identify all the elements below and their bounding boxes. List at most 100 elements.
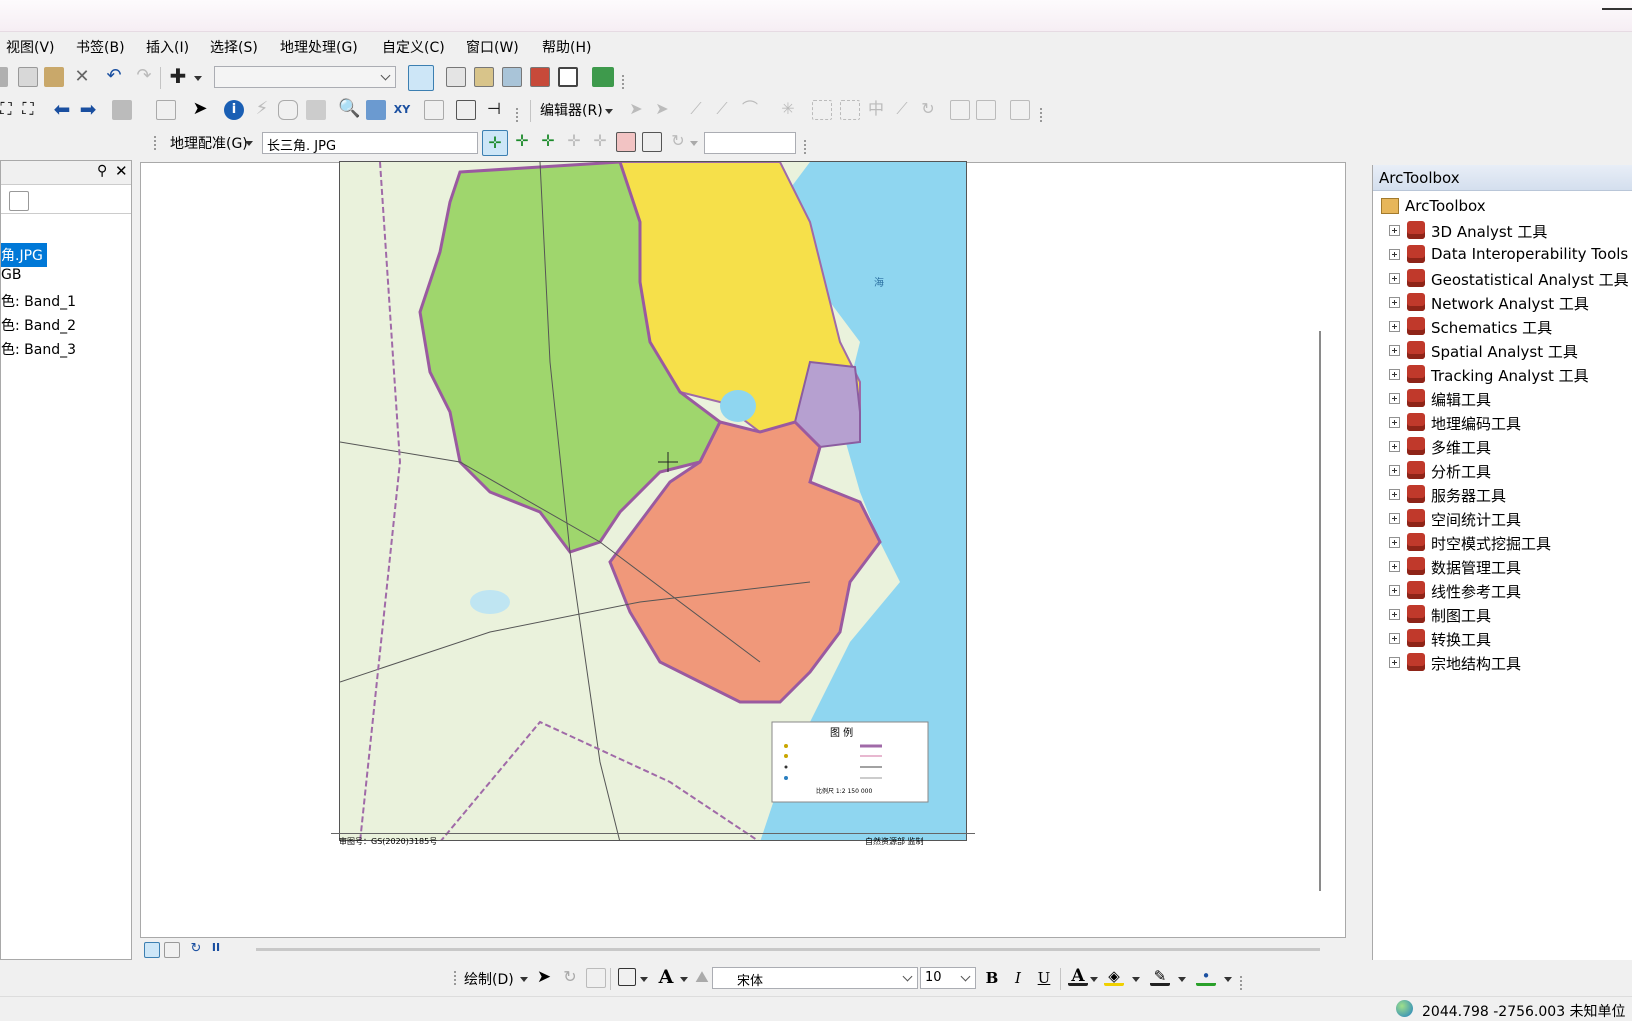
find-route-icon[interactable] (366, 100, 386, 120)
toolbox-item[interactable]: Network Analyst 工具 (1373, 291, 1632, 315)
time-slider-icon[interactable] (424, 100, 444, 120)
spline-text-icon[interactable]: ⛰ (692, 968, 712, 988)
editor-toolbar-toggle-icon[interactable] (408, 65, 434, 91)
full-extent-icon[interactable]: ⛶ (0, 100, 16, 120)
arctoolbox-root[interactable]: ArcToolbox (1373, 195, 1632, 219)
point-icon[interactable]: ✳ (778, 100, 798, 120)
menu-insert[interactable]: 插入(I) (146, 37, 189, 57)
italic-icon[interactable]: I (1008, 968, 1028, 988)
expand-icon[interactable] (1389, 441, 1400, 452)
toolbox-item[interactable]: Tracking Analyst 工具 (1373, 363, 1632, 387)
expand-icon[interactable] (1389, 345, 1400, 356)
clear-selection-icon[interactable] (156, 100, 176, 120)
viewer-window-icon[interactable] (456, 100, 476, 120)
expand-icon[interactable] (1389, 297, 1400, 308)
delete-icon[interactable]: ✕ (72, 68, 92, 88)
layout-view-icon[interactable] (164, 942, 180, 958)
toolbox-item[interactable]: 地理编码工具 (1373, 411, 1632, 435)
editor-menu[interactable]: 编辑器(R) (540, 100, 603, 120)
toolbox-item[interactable]: 3D Analyst 工具 (1373, 219, 1632, 243)
paste-icon[interactable] (44, 67, 64, 87)
edit-annotation-icon[interactable]: ➤ (652, 100, 672, 120)
new-text-icon[interactable]: A (656, 967, 676, 987)
split-tool-icon[interactable]: ⟋ (892, 100, 912, 120)
minimize-icon[interactable] (1602, 8, 1632, 10)
toolbox-item[interactable]: Schematics 工具 (1373, 315, 1632, 339)
python-window-icon[interactable] (558, 67, 578, 87)
expand-icon[interactable] (1389, 633, 1400, 644)
line-color-icon[interactable]: ✎ (1150, 966, 1170, 986)
end-point-arc-icon[interactable]: ⟋ (712, 100, 732, 120)
menu-view[interactable]: 视图(V) (6, 37, 55, 57)
catalog-icon[interactable] (474, 67, 494, 87)
toolbox-item[interactable]: 时空模式挖掘工具 (1373, 531, 1632, 555)
expand-icon[interactable] (1389, 417, 1400, 428)
reshape-feature-icon[interactable] (840, 100, 860, 120)
search-window-icon[interactable] (502, 67, 522, 87)
expand-icon[interactable] (1389, 609, 1400, 620)
font-color-icon[interactable]: A (1068, 966, 1088, 986)
select-elements-icon[interactable]: ➤ (190, 100, 210, 120)
map-vertical-scrollbar[interactable] (1319, 331, 1321, 891)
toolbox-item[interactable]: Geostatistical Analyst 工具 (1373, 267, 1632, 291)
rotate-icon[interactable]: ↻ (668, 132, 688, 152)
expand-icon[interactable] (1389, 369, 1400, 380)
toolbox-item[interactable]: 服务器工具 (1373, 483, 1632, 507)
link-table-icon[interactable] (642, 132, 662, 152)
rotate-tool-icon[interactable]: ↻ (918, 100, 938, 120)
rotate-element-icon[interactable]: ↻ (560, 968, 580, 988)
model-builder-icon[interactable] (592, 67, 614, 87)
expand-icon[interactable] (1389, 273, 1400, 284)
font-size-combo[interactable]: 10 (920, 967, 976, 989)
create-features-icon[interactable] (1010, 100, 1030, 120)
refresh-icon[interactable]: ↻ (188, 941, 204, 957)
add-data-icon[interactable]: ✚ (168, 66, 188, 87)
identify-icon[interactable]: i (224, 100, 244, 120)
marker-color-icon[interactable]: • (1196, 966, 1216, 986)
expand-icon[interactable] (1389, 561, 1400, 572)
auto-adjust-icon[interactable]: ✛ (590, 132, 610, 152)
expand-icon[interactable] (1389, 585, 1400, 596)
fill-color-icon[interactable]: ◈ (1104, 966, 1124, 986)
toolbox-item[interactable]: 编辑工具 (1373, 387, 1632, 411)
menu-windows[interactable]: 窗口(W) (466, 37, 519, 57)
close-icon[interactable]: ✕ (115, 162, 128, 180)
toc-band-blue[interactable]: 色: Band_3 (1, 339, 76, 359)
swipe-icon[interactable]: ⊣ (484, 100, 504, 120)
expand-icon[interactable] (1389, 321, 1400, 332)
toolbox-item[interactable]: 宗地结构工具 (1373, 651, 1632, 675)
map-view[interactable]: 海 图 例 比例尺 1:2 150 000 审图号：GS(2020)3185号 … (140, 161, 1346, 938)
list-by-drawing-order-icon[interactable] (9, 191, 29, 211)
sketch-properties-icon[interactable] (976, 100, 996, 120)
toolbox-item[interactable]: 分析工具 (1373, 459, 1632, 483)
html-popup-icon[interactable] (278, 100, 298, 120)
menu-bookmarks[interactable]: 书签(B) (76, 37, 125, 57)
toolbox-item[interactable]: 多维工具 (1373, 435, 1632, 459)
measure-icon[interactable] (306, 100, 326, 120)
georeference-layer-combo[interactable]: 长三角. JPG (262, 132, 478, 154)
select-features-icon[interactable] (112, 100, 132, 120)
delete-link-icon[interactable]: ✛ (564, 132, 584, 152)
menu-geoprocessing[interactable]: 地理处理(G) (280, 37, 358, 57)
bold-icon[interactable]: B (982, 968, 1002, 988)
yangtze-delta-raster[interactable]: 海 图 例 比例尺 1:2 150 000 (339, 161, 967, 841)
expand-icon[interactable] (1389, 657, 1400, 668)
straight-segment-icon[interactable]: ⟋ (686, 100, 706, 120)
select-link-icon[interactable]: ✛ (512, 132, 532, 152)
toolbox-item[interactable]: 空间统计工具 (1373, 507, 1632, 531)
trace-icon[interactable]: ⌒ (740, 100, 760, 120)
toc-band-red[interactable]: 色: Band_1 (1, 291, 76, 311)
toc-layer-item[interactable]: 角.JPG (1, 243, 47, 267)
back-extent-icon[interactable]: ⬅ (52, 99, 72, 120)
toolbox-item[interactable]: 转换工具 (1373, 627, 1632, 651)
expand-icon[interactable] (1389, 537, 1400, 548)
expand-icon[interactable] (1389, 225, 1400, 236)
hyperlink-icon[interactable]: ⚡ (252, 100, 272, 120)
toolbox-item[interactable]: Data Interoperability Tools (1373, 243, 1632, 267)
fixed-zoom-icon[interactable]: ⛶ (18, 100, 38, 120)
rotate-angle-input[interactable] (704, 132, 796, 154)
zoom-to-link-icon[interactable]: ✛ (538, 132, 558, 152)
data-view-icon[interactable] (144, 942, 160, 958)
edit-tool-icon[interactable]: ➤ (626, 100, 646, 120)
pause-drawing-icon[interactable]: II (208, 941, 224, 957)
